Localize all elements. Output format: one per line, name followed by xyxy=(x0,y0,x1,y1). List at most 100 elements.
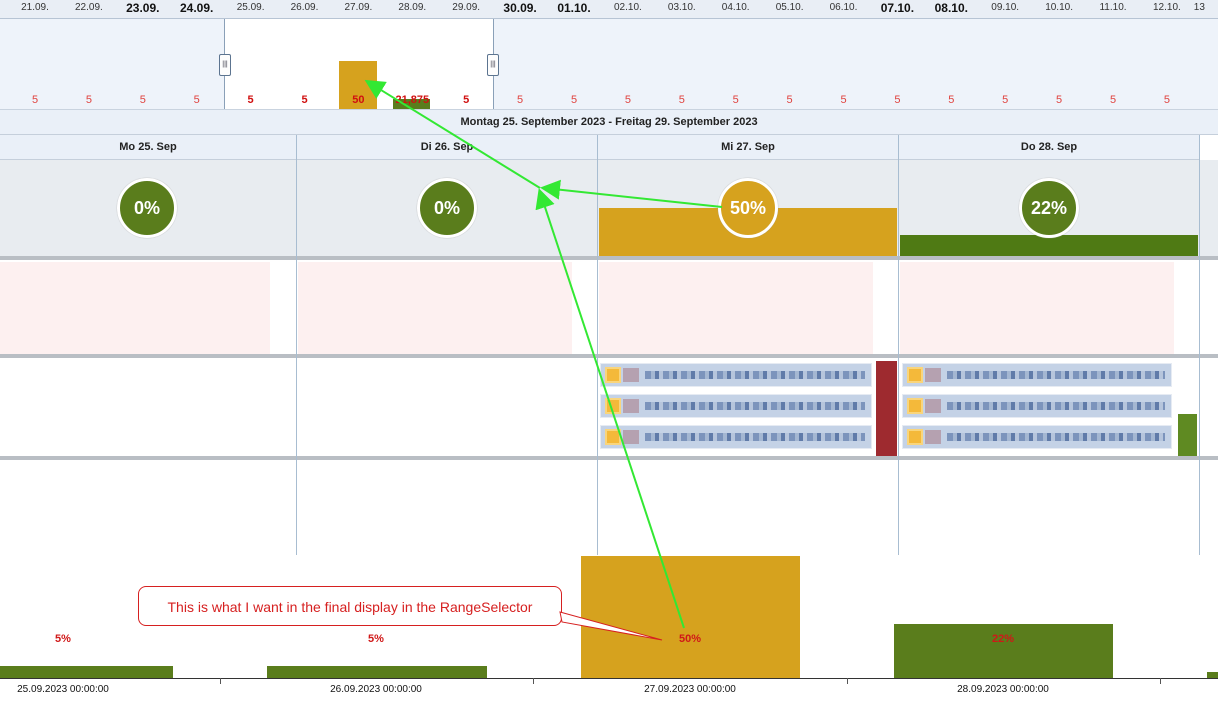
range-selector-value-label: 5 xyxy=(31,94,39,106)
range-selector-date-label: 08.10. xyxy=(934,1,968,15)
range-selector-value-label: 5 xyxy=(678,94,685,106)
day-header-wed[interactable]: Mi 27. Sep xyxy=(598,135,898,160)
task-label-redacted xyxy=(947,371,1165,379)
task-label-redacted xyxy=(645,402,865,410)
schedule-cell-tue[interactable] xyxy=(298,262,572,354)
day-header-mon[interactable]: Mo 25. Sep xyxy=(0,135,296,160)
task-type-icon xyxy=(907,398,923,414)
resource-icon xyxy=(925,399,941,413)
range-selector-date-label: 13 xyxy=(1193,2,1205,13)
x-axis-tick xyxy=(533,678,534,684)
x-axis-label: 25.09.2023 00:00:00 xyxy=(17,684,109,695)
day-header-tue[interactable]: Di 26. Sep xyxy=(297,135,597,160)
range-selector-value-label: 5 xyxy=(624,94,631,106)
range-selector-date-label: 05.10. xyxy=(775,2,804,13)
column-divider xyxy=(597,135,598,555)
range-selector-date-label: 27.09. xyxy=(344,2,373,13)
range-selector-date-label: 29.09. xyxy=(452,2,481,13)
range-selector-value-label: 5 xyxy=(463,94,470,106)
range-selector-value-label: 5 xyxy=(894,94,901,106)
x-axis-tick xyxy=(1160,678,1161,684)
range-selector-date-label: 07.10. xyxy=(880,1,915,15)
resource-icon xyxy=(925,430,941,444)
load-gauge-thu: 22% xyxy=(1019,178,1079,238)
range-selector-value-label: 5 xyxy=(301,94,308,106)
range-selector-value-label: 5 xyxy=(1002,94,1009,106)
range-selector-date-label: 04.10. xyxy=(721,2,750,13)
chart-bar xyxy=(0,666,173,678)
load-bar xyxy=(900,235,1198,256)
schedule-cell-wed[interactable] xyxy=(599,262,873,354)
range-selector-value-label: 5 xyxy=(247,94,254,106)
x-axis-tick xyxy=(847,678,848,684)
range-selector-date-label: 22.09. xyxy=(74,2,103,13)
range-selector-date-label: 10.10. xyxy=(1045,2,1073,13)
task-item[interactable] xyxy=(600,425,872,449)
range-selector-date-label: 02.10. xyxy=(613,2,642,13)
range-selector-date-label: 26.09. xyxy=(290,2,319,13)
range-selector-date-label: 21.09. xyxy=(21,2,49,13)
range-selector-value-label: 5 xyxy=(1056,94,1063,106)
chart-bar xyxy=(267,666,487,678)
range-selector-date-label: 24.09. xyxy=(180,1,214,15)
chart-bar-label: 50% xyxy=(678,633,702,645)
x-axis-label: 28.09.2023 00:00:00 xyxy=(957,684,1049,695)
task-type-icon xyxy=(605,367,621,383)
task-type-icon xyxy=(907,429,923,445)
range-selector-value-label: 21,875 xyxy=(395,94,430,106)
chart-bar xyxy=(581,556,800,678)
task-item[interactable] xyxy=(902,394,1172,418)
range-selector-value-label: 5 xyxy=(1163,94,1170,106)
x-axis-line xyxy=(0,678,1218,679)
range-selector-date-label: 23.09. xyxy=(126,1,160,15)
range-selector-date-label: 03.10. xyxy=(667,2,696,13)
task-item[interactable] xyxy=(902,363,1172,387)
range-selector-value-label: 5 xyxy=(732,94,739,106)
task-type-icon xyxy=(605,398,621,414)
task-label-redacted xyxy=(645,433,865,441)
range-selector-value-label: 5 xyxy=(139,94,146,106)
range-selector-value-label: 50 xyxy=(352,94,365,106)
x-axis-label: 27.09.2023 00:00:00 xyxy=(644,684,736,695)
range-selector-date-label: 30.09. xyxy=(503,1,537,15)
row-separator xyxy=(0,256,1218,260)
range-selector-value-label: 5 xyxy=(1109,94,1117,106)
resource-icon xyxy=(623,399,639,413)
annotation-callout: This is what I want in the final display… xyxy=(138,586,562,626)
range-selector-right-handle[interactable]: ||| xyxy=(487,54,499,76)
range-selector-value-label: 5 xyxy=(786,94,793,106)
schedule-cell-thu[interactable] xyxy=(900,262,1174,354)
range-selector-date-label: 09.10. xyxy=(991,2,1020,13)
resource-icon xyxy=(925,368,941,382)
chart-bar-label: 22% xyxy=(991,633,1015,645)
task-item[interactable] xyxy=(600,394,872,418)
row-separator xyxy=(0,456,1218,460)
range-selector-value-label: 5 xyxy=(517,94,524,106)
task-label-redacted xyxy=(947,402,1165,410)
overload-marker xyxy=(876,361,897,456)
task-label-redacted xyxy=(947,433,1165,441)
range-selector-date-label: 11.10. xyxy=(1099,2,1127,13)
task-label-redacted xyxy=(645,371,865,379)
column-divider xyxy=(1199,135,1200,555)
resource-icon xyxy=(623,368,639,382)
resource-icon xyxy=(623,430,639,444)
range-selector-date-label: 06.10. xyxy=(829,2,858,13)
range-selector-date-label: 28.09. xyxy=(398,2,427,13)
schedule-cell-mon[interactable] xyxy=(0,262,270,354)
range-selector-value-label: 5 xyxy=(948,94,955,106)
task-type-icon xyxy=(605,429,621,445)
task-item[interactable] xyxy=(902,425,1172,449)
load-gauge-wed: 50% xyxy=(718,178,778,238)
task-item[interactable] xyxy=(600,363,872,387)
chart-bar-label: 5% xyxy=(55,633,71,645)
range-selector-value-label: 5 xyxy=(840,94,847,106)
load-gauge-tue: 0% xyxy=(417,178,477,238)
load-gauge-mon: 0% xyxy=(117,178,177,238)
day-header-thu[interactable]: Do 28. Sep xyxy=(899,135,1199,160)
row-separator xyxy=(0,354,1218,358)
chart-bar-label: 5% xyxy=(368,633,384,645)
range-selector-left-handle[interactable]: ||| xyxy=(219,54,231,76)
week-range-header: Montag 25. September 2023 - Freitag 29. … xyxy=(0,110,1218,135)
range-selector-date-label: 12.10. xyxy=(1152,2,1181,13)
